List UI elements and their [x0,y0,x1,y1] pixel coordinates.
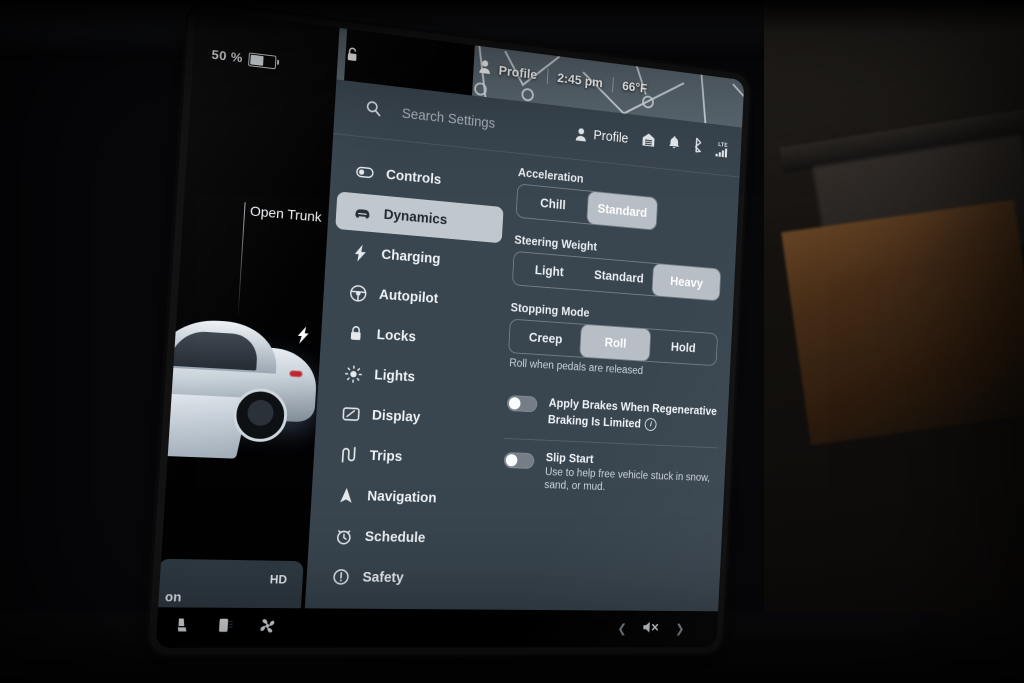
stopping-option-roll[interactable]: Roll [580,324,651,362]
driver-profile-icon[interactable] [479,59,492,77]
slip-start-toggle[interactable] [503,451,535,470]
steering-option-standard[interactable]: Standard [584,258,654,295]
display-icon [341,406,360,421]
search-icon [365,99,382,122]
settings-sidebar: Controls Dynamics Charging Autopilot Loc… [302,133,513,648]
topbar-temperature[interactable]: 66°F [622,78,648,95]
stopping-option-creep[interactable]: Creep [509,320,582,357]
person-icon [575,127,586,142]
steering-wheel-icon [348,284,367,303]
sidebar-label-charging: Charging [380,246,441,267]
garage-icon[interactable] [641,131,655,151]
stopping-option-hold[interactable]: Hold [649,329,717,365]
status-profile-label: Profile [593,128,629,147]
bluetooth-icon[interactable] [693,137,704,158]
trunk-callout-line [237,202,246,321]
media-station-label: on [164,589,182,605]
battery-icon [248,51,277,69]
info-icon[interactable]: i [644,417,658,431]
center-touchscreen[interactable]: 50 % Open Trunk on HD Profile 2:45 pm 66… [155,9,745,648]
bottom-climate-bar: ❮ ❯ [155,607,719,648]
battery-indicator: 50 % [211,47,277,69]
sidebar-label-safety: Safety [362,569,405,586]
topbar-divider-2 [611,76,614,92]
sidebar-item-trips[interactable]: Trips [321,435,491,479]
vent-icon[interactable] [217,618,235,638]
search-input[interactable]: Search Settings [401,106,495,131]
lte-signal-icon: LTE [715,142,730,158]
alert-circle-icon [331,569,350,586]
topbar-items: Profile 2:45 pm 66°F [479,59,648,96]
car-render[interactable] [155,304,332,496]
apply-brakes-row[interactable]: Apply Brakes When Regenerative Braking I… [503,381,721,449]
center-touchscreen-wrapper: 50 % Open Trunk on HD Profile 2:45 pm 66… [0,0,1024,683]
sidebar-item-lights[interactable]: Lights [326,353,495,400]
apply-brakes-toggle[interactable] [506,395,538,413]
acceleration-option-chill[interactable]: Chill [516,184,588,223]
acceleration-option-standard[interactable]: Standard [587,191,658,230]
sidebar-label-dynamics: Dynamics [383,206,448,228]
slip-start-row[interactable]: Slip Start Use to help free vehicle stuc… [500,439,718,509]
bolt-icon [351,243,370,262]
chevron-right-icon[interactable]: ❯ [675,622,685,637]
photo-scene: 50 % Open Trunk on HD Profile 2:45 pm 66… [0,0,1024,683]
fan-icon[interactable] [258,616,277,639]
volume-mute-icon[interactable] [641,619,660,638]
brightness-icon [343,364,362,382]
status-profile-button[interactable]: Profile [575,126,629,147]
sidebar-item-schedule[interactable]: Schedule [316,516,486,557]
apply-brakes-title: Apply Brakes When Regenerative Braking I… [547,396,718,431]
settings-panel: Profile 2:45 pm 66°F 👪 PASSENGER AIRBAG … [302,27,745,648]
sidebar-item-navigation[interactable]: Navigation [318,476,488,519]
topbar-profile-label[interactable]: Profile [498,62,537,82]
sidebar-label-display: Display [371,407,421,426]
sidebar-item-locks[interactable]: Locks [328,313,497,361]
winding-road-icon [339,446,358,463]
steering-option-light[interactable]: Light [513,252,586,290]
sidebar-label-schedule: Schedule [364,528,426,546]
sidebar-label-trips: Trips [369,447,403,465]
topbar-time: 2:45 pm [556,69,604,91]
navigation-arrow-icon [336,487,355,504]
car-front-icon [353,206,372,219]
sidebar-label-lights: Lights [373,367,416,385]
settings-content: Controls Dynamics Charging Autopilot Loc… [302,133,739,648]
toggle-icon [356,166,375,178]
sidebar-label-locks: Locks [376,326,417,345]
lock-icon[interactable] [345,46,359,68]
dynamics-settings-column: Acceleration Chill Standard Steering Wei… [486,152,739,647]
hd-radio-icon: HD [269,572,288,587]
padlock-icon [346,324,365,342]
sidebar-item-display[interactable]: Display [323,394,493,439]
sidebar-label-controls: Controls [385,166,442,188]
bell-icon[interactable] [668,135,681,155]
steering-option-heavy[interactable]: Heavy [652,263,721,301]
sidebar-label-autopilot: Autopilot [378,286,439,307]
slip-start-subtitle: Use to help free vehicle stuck in snow, … [544,466,711,493]
sidebar-label-navigation: Navigation [366,488,437,506]
battery-percent-label: 50 % [211,46,244,66]
sidebar-item-safety[interactable]: Safety [313,557,484,597]
alarm-clock-icon [334,527,353,545]
topbar-divider-1 [546,68,549,84]
chevron-left-icon[interactable]: ❮ [617,622,627,637]
seat-heater-icon[interactable] [175,617,194,637]
open-trunk-label[interactable]: Open Trunk [250,203,322,226]
